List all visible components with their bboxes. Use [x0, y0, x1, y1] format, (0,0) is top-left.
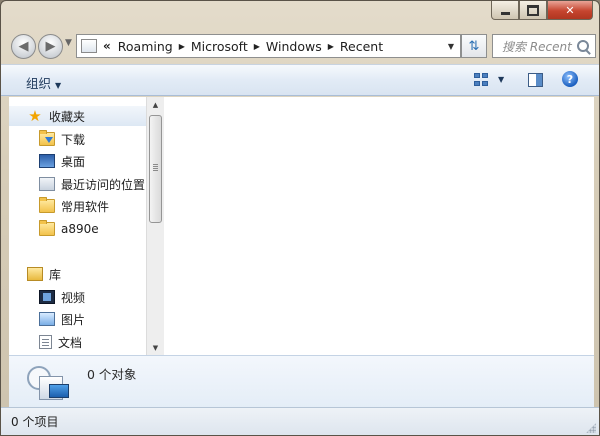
- sidebar-item-desktop[interactable]: 桌面: [39, 151, 85, 171]
- back-arrow-icon: ◀: [18, 39, 29, 54]
- sidebar-item-label: 最近访问的位置: [61, 177, 146, 192]
- breadcrumb-roaming[interactable]: Roaming: [115, 39, 176, 54]
- status-bar: 0 个项目: [1, 407, 599, 435]
- breadcrumb-microsoft[interactable]: Microsoft: [188, 39, 251, 54]
- sidebar-item-videos[interactable]: 视频: [39, 287, 85, 307]
- search-icon[interactable]: [577, 40, 589, 52]
- close-button[interactable]: ✕: [547, 1, 593, 20]
- recent-places-icon: [39, 177, 55, 191]
- computer-icon: [81, 39, 97, 53]
- sidebar-item-favorites[interactable]: ★ 收藏夹: [9, 106, 146, 126]
- download-folder-icon: [39, 130, 55, 146]
- sidebar-item-a890e[interactable]: a890e: [39, 219, 99, 239]
- pictures-library-icon: [39, 312, 55, 326]
- title-bar[interactable]: ✕: [1, 1, 599, 29]
- close-icon: ✕: [565, 3, 575, 17]
- view-options-dropdown[interactable]: ▼: [498, 75, 504, 84]
- refresh-button[interactable]: ⇅: [461, 34, 487, 58]
- search-box[interactable]: 搜索 Recent: [492, 34, 596, 58]
- refresh-icon: ⇅: [468, 38, 480, 54]
- status-item-count: 0 个项目: [11, 415, 59, 429]
- caption-buttons: ✕: [491, 1, 593, 20]
- breadcrumb-separator-icon[interactable]: ▶: [251, 42, 263, 51]
- library-icon: [27, 267, 43, 281]
- navigation-pane: ★ 收藏夹 下载 桌面 最近访问的位置 常用软件 a890e 库 视频 图片 文…: [9, 97, 146, 355]
- sidebar-item-downloads[interactable]: 下载: [39, 129, 85, 149]
- chevron-down-icon: ▼: [447, 41, 455, 51]
- organize-label: 组织: [26, 76, 52, 91]
- address-overflow-chevron[interactable]: «: [103, 39, 111, 53]
- sidebar-item-documents[interactable]: 文档: [39, 332, 82, 352]
- breadcrumb-windows[interactable]: Windows: [263, 39, 325, 54]
- sidebar-item-label: 图片: [61, 312, 86, 327]
- navigation-scrollbar[interactable]: ▲ ▼: [146, 97, 164, 355]
- sidebar-item-label: 桌面: [61, 154, 86, 169]
- file-list-area[interactable]: [164, 97, 594, 355]
- folder-icon: [39, 220, 55, 236]
- minimize-button[interactable]: [491, 1, 519, 20]
- desktop-icon: [39, 154, 55, 168]
- search-input[interactable]: 搜索 Recent: [493, 38, 577, 55]
- breadcrumb-separator-icon[interactable]: ▶: [325, 42, 337, 51]
- sidebar-item-label: a890e: [61, 222, 99, 236]
- sidebar-item-pictures[interactable]: 图片: [39, 309, 85, 329]
- recent-pages-dropdown[interactable]: ▼: [65, 38, 72, 48]
- scroll-up-arrow-icon[interactable]: ▲: [147, 97, 164, 112]
- command-bar: 组织 ▼ ▼ ?: [1, 64, 599, 96]
- star-icon: ★: [28, 107, 42, 125]
- sidebar-item-label: 视频: [61, 290, 86, 305]
- sidebar-item-label: 下载: [61, 132, 86, 147]
- video-library-icon: [39, 290, 55, 304]
- scroll-down-arrow-icon[interactable]: ▼: [147, 340, 164, 355]
- change-view-icon[interactable]: [474, 73, 488, 86]
- details-item-count: 0 个对象: [87, 367, 137, 382]
- preview-pane-icon[interactable]: [528, 73, 543, 87]
- resize-grip-icon[interactable]: [586, 423, 596, 433]
- sidebar-item-common-software[interactable]: 常用软件: [39, 196, 109, 216]
- scrollbar-thumb[interactable]: [149, 115, 162, 223]
- sidebar-item-recent-places[interactable]: 最近访问的位置: [39, 174, 145, 194]
- back-button[interactable]: ◀: [11, 34, 36, 59]
- sidebar-item-label: 常用软件: [61, 199, 110, 214]
- address-bar[interactable]: « Roaming ▶ Microsoft ▶ Windows ▶ Recent…: [76, 34, 461, 58]
- navigation-row: ◀ ▶ ▼ « Roaming ▶ Microsoft ▶ Windows ▶ …: [1, 30, 599, 62]
- details-pane: 0 个对象: [9, 355, 594, 408]
- sidebar-item-label: 收藏夹: [49, 109, 86, 124]
- chevron-down-icon: ▼: [55, 81, 62, 90]
- sidebar-item-label: 文档: [58, 335, 83, 350]
- organize-button[interactable]: 组织 ▼: [26, 73, 61, 92]
- sidebar-item-libraries[interactable]: 库: [27, 264, 61, 284]
- breadcrumb-separator-icon[interactable]: ▶: [176, 42, 188, 51]
- maximize-button[interactable]: [519, 1, 547, 20]
- address-history-dropdown[interactable]: ▼: [442, 35, 460, 57]
- recent-items-icon: [25, 362, 71, 402]
- explorer-window: ✕ ◀ ▶ ▼ « Roaming ▶ Microsoft ▶ Windows …: [0, 0, 600, 436]
- folder-icon: [39, 197, 55, 213]
- minimize-icon: [500, 11, 510, 15]
- documents-library-icon: [39, 335, 52, 349]
- maximize-icon: [527, 4, 539, 16]
- forward-arrow-icon: ▶: [45, 39, 56, 54]
- forward-button[interactable]: ▶: [38, 34, 63, 59]
- help-icon[interactable]: ?: [562, 71, 578, 87]
- breadcrumb-recent[interactable]: Recent: [337, 39, 386, 54]
- sidebar-item-label: 库: [49, 267, 62, 282]
- chevron-down-icon: ▼: [65, 38, 72, 48]
